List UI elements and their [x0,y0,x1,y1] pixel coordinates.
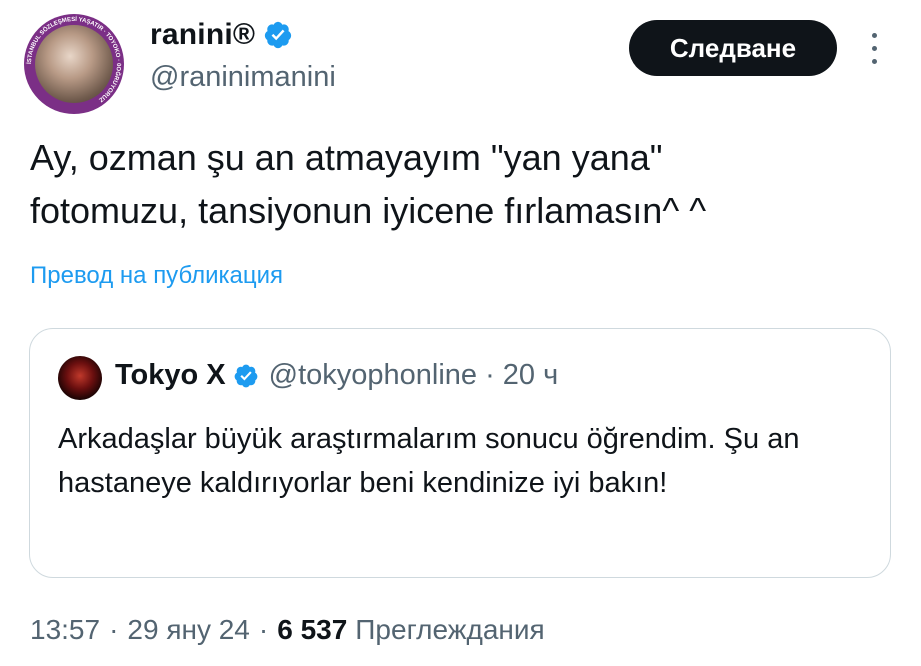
quoted-author-handle[interactable]: @tokyophonline [269,359,477,392]
separator-dot: · [109,614,119,645]
views-count: 6 537 [277,614,348,645]
quoted-author-name[interactable]: Tokyo X [115,359,226,392]
more-dot [871,33,877,38]
more-options-icon[interactable] [868,33,880,67]
quoted-tweet-card[interactable]: Tokyo X @tokyophonline · 20 ч Arkadaşlar… [29,328,891,578]
views-label: Преглеждания [355,614,545,645]
author-name-row: ranini® [150,18,293,52]
more-dot [871,59,877,64]
verified-badge-icon [234,364,258,387]
follow-button[interactable]: Следване [629,20,837,76]
translate-post-link[interactable]: Превод на публикация [30,262,283,290]
quoted-tweet-header: Tokyo X @tokyophonline · 20 ч [115,359,558,392]
svg-text:İSTANBUL SÖZLEŞMESİ YAŞATIR ·: İSTANBUL SÖZLEŞMESİ YAŞATIR · TOYOKO · 0… [26,16,122,103]
quoted-author-avatar[interactable] [58,356,102,400]
author-handle[interactable]: @raninimanini [150,61,336,94]
tweet-meta: 13:57 · 29 яну 24 · 6 537 Преглеждания [30,614,545,646]
more-dot [871,46,877,51]
tweet-text: Ay, ozman şu an atmayayım "yan yana" fot… [30,137,707,231]
tweet-time[interactable]: 13:57 [30,614,100,646]
separator-dot: · [258,614,269,645]
separator-dot: · [485,359,495,391]
quoted-tweet-text: Arkadaşlar büyük araştırmalarım sonucu ö… [58,423,800,499]
quoted-tweet-time[interactable]: 20 ч [503,359,558,392]
author-avatar[interactable]: İSTANBUL SÖZLEŞMESİ YAŞATIR · TOYOKO · 0… [24,14,124,114]
tweet-date[interactable]: 29 яну 24 [127,614,249,646]
avatar-ring-text: İSTANBUL SÖZLEŞMESİ YAŞATIR · TOYOKO · 0… [26,16,122,103]
verified-badge-icon [265,21,292,49]
author-display-name[interactable]: ranini® [150,18,255,52]
